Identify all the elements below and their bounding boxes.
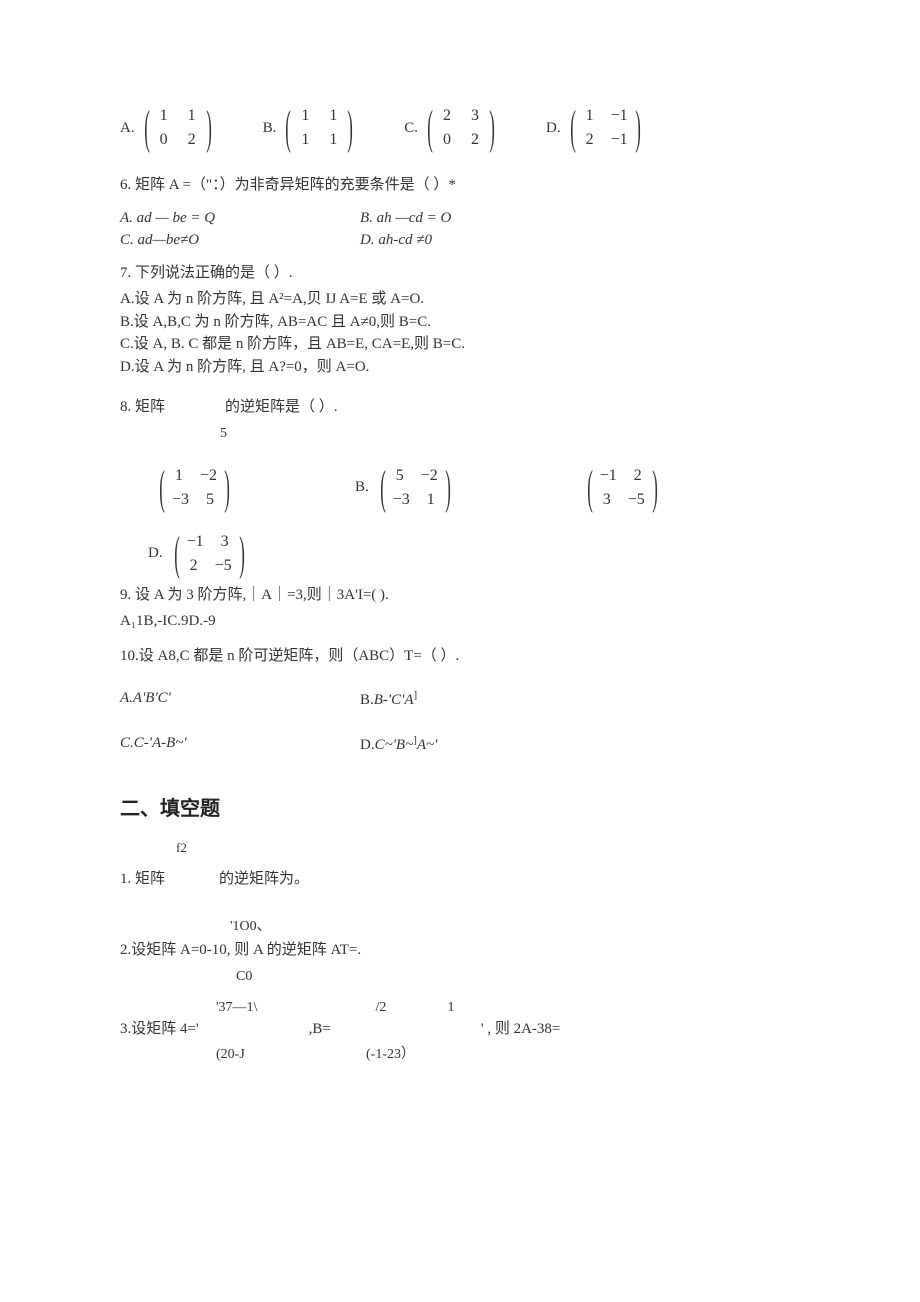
f3-mid: ,B= — [309, 1018, 331, 1041]
q7-a: A.设 A 为 n 阶方阵, 且 A²=A,贝 IJ A=E 或 A=O. — [120, 288, 800, 311]
f1-top: f2 — [120, 838, 800, 858]
q7-d: D.设 A 为 n 阶方阵, 且 A?=0，则 A=O. — [120, 356, 800, 379]
q5-b-matrix: 11 11 — [296, 104, 342, 152]
f3-top-b: /2 — [336, 997, 426, 1018]
q10-options: A.A'B'C' B.B-'C'A] C.C-'A-B~' D.C~'B~]A~… — [120, 677, 800, 766]
f2-bottom: C0 — [120, 966, 800, 987]
q8-b-label: B. — [355, 476, 369, 499]
paren-right-icon: ) — [652, 467, 658, 508]
q5-option-a: A. ( 11 02 ) — [120, 104, 217, 152]
q10-stem: 10.设 A8,C 都是 n 阶可逆矩阵，则（ABC）T=（ ）. — [120, 645, 800, 668]
q7-c: C.设 A, B. C 都是 n 阶方阵，且 AB=E, CA=E,则 B=C. — [120, 333, 800, 356]
q6-c: C. ad—be≠O — [120, 229, 360, 252]
q5-d-matrix: 1−1 2−1 — [581, 104, 630, 152]
f3-bot-a: (20-J — [216, 1044, 366, 1065]
q9-options: A₁1B,-IC.9D.-9 — [120, 610, 800, 633]
paren-right-icon: ) — [489, 107, 495, 148]
f3-toprow: '37—1\ /2 1 — [120, 997, 800, 1018]
q5-options: A. ( 11 02 ) B. ( 11 11 ) C. ( 23 02 ) — [120, 104, 800, 152]
paren-left-icon: ( — [380, 467, 386, 508]
q10-c: C.C-'A-B~' — [120, 732, 360, 757]
q8-c-matrix: −12 3−5 — [598, 464, 647, 512]
f3-botrow: (20-J (-1-23） — [120, 1044, 800, 1065]
q8-option-b: B. ( 5−2 −31 ) — [355, 464, 456, 512]
section-2-title: 二、填空题 — [120, 794, 800, 824]
q6-d: D. ah-cd ≠0 — [360, 229, 451, 252]
q8-stem-pre: 8. 矩阵 — [120, 396, 165, 419]
paren-left-icon: ( — [587, 467, 593, 508]
paren-left-icon: ( — [286, 107, 292, 148]
f3-top-c: 1 — [426, 997, 476, 1018]
q8-b-matrix: 5−2 −31 — [391, 464, 440, 512]
f3-pre: 3.设矩阵 4=' — [120, 1018, 199, 1041]
q8-below: 5 — [120, 423, 800, 444]
paren-left-icon: ( — [144, 107, 150, 148]
paren-left-icon: ( — [570, 107, 576, 148]
f3-bot-b: (-1-23） — [366, 1044, 486, 1065]
f1-stem: 1. 矩阵 的逆矩阵为。 — [120, 868, 800, 891]
paren-right-icon: ) — [239, 533, 245, 574]
q6-options: A. ad — be = Q C. ad—be≠O B. ah —cd = O … — [120, 207, 800, 252]
q5-a-matrix: 11 02 — [155, 104, 201, 152]
f1-post: 的逆矩阵为。 — [219, 868, 309, 891]
q8-d-matrix: −13 2−5 — [185, 530, 234, 578]
q5-option-d: D. ( 1−1 2−1 ) — [546, 104, 646, 152]
f3-top-a: '37—1\ — [216, 997, 336, 1018]
q9-stem: 9. 设 A 为 3 阶方阵,｜A｜=3,则｜3A'I=( ). — [120, 584, 800, 607]
q5-option-b: B. ( 11 11 ) — [263, 104, 359, 152]
q8-option-d: D. ( −13 2−5 ) — [148, 530, 250, 578]
paren-left-icon: ( — [174, 533, 180, 574]
q8-stem-post: 的逆矩阵是（ ）. — [225, 396, 338, 419]
paren-right-icon: ) — [348, 107, 354, 148]
q5-c-label: C. — [404, 117, 418, 140]
paren-right-icon: ) — [635, 107, 641, 148]
q7-stem: 7. 下列说法正确的是（ ）. — [120, 262, 800, 285]
q5-option-c: C. ( 23 02 ) — [404, 104, 500, 152]
paren-right-icon: ) — [224, 467, 230, 508]
paren-right-icon: ) — [206, 107, 212, 148]
q8-d-label: D. — [148, 542, 163, 565]
q8-stem: 8. 矩阵 的逆矩阵是（ ）. — [120, 396, 800, 419]
paren-left-icon: ( — [427, 107, 433, 148]
q8-option-c: ( −12 3−5 ) — [576, 464, 736, 512]
q6-a: A. ad — be = Q — [120, 207, 360, 230]
q6-stem: 6. 矩阵 A =（"：）为非奇异矩阵的充要条件是（ ）* — [120, 174, 800, 197]
f3-line: 3.设矩阵 4=' ,B= ' , 则 2A-38= — [120, 1018, 800, 1041]
q8-a-matrix: 1−2 −35 — [170, 464, 219, 512]
f3-post: ' , 则 2A-38= — [481, 1018, 561, 1041]
paren-left-icon: ( — [159, 467, 165, 508]
q10-d: D.C~'B~]A~' — [360, 732, 600, 757]
f1-pre: 1. 矩阵 — [120, 868, 165, 891]
f2-top: '1O0、 — [120, 916, 800, 937]
q6-b: B. ah —cd = O — [360, 207, 451, 230]
q10-a: A.A'B'C' — [120, 687, 360, 712]
q10-b: B.B-'C'A] — [360, 687, 600, 712]
q5-b-label: B. — [263, 117, 277, 140]
q5-c-matrix: 23 02 — [438, 104, 484, 152]
q8-option-a: ( 1−2 −35 ) — [148, 464, 235, 512]
f2-line: 2.设矩阵 A=0-10, 则 A 的逆矩阵 AT=. — [120, 939, 800, 962]
q5-a-label: A. — [120, 117, 135, 140]
paren-right-icon: ) — [445, 467, 451, 508]
q8-options: ( 1−2 −35 ) B. ( 5−2 −31 ) ( −12 3−5 ) — [148, 464, 800, 578]
q5-d-label: D. — [546, 117, 561, 140]
q7-b: B.设 A,B,C 为 n 阶方阵, AB=AC 且 A≠0,则 B=C. — [120, 311, 800, 334]
